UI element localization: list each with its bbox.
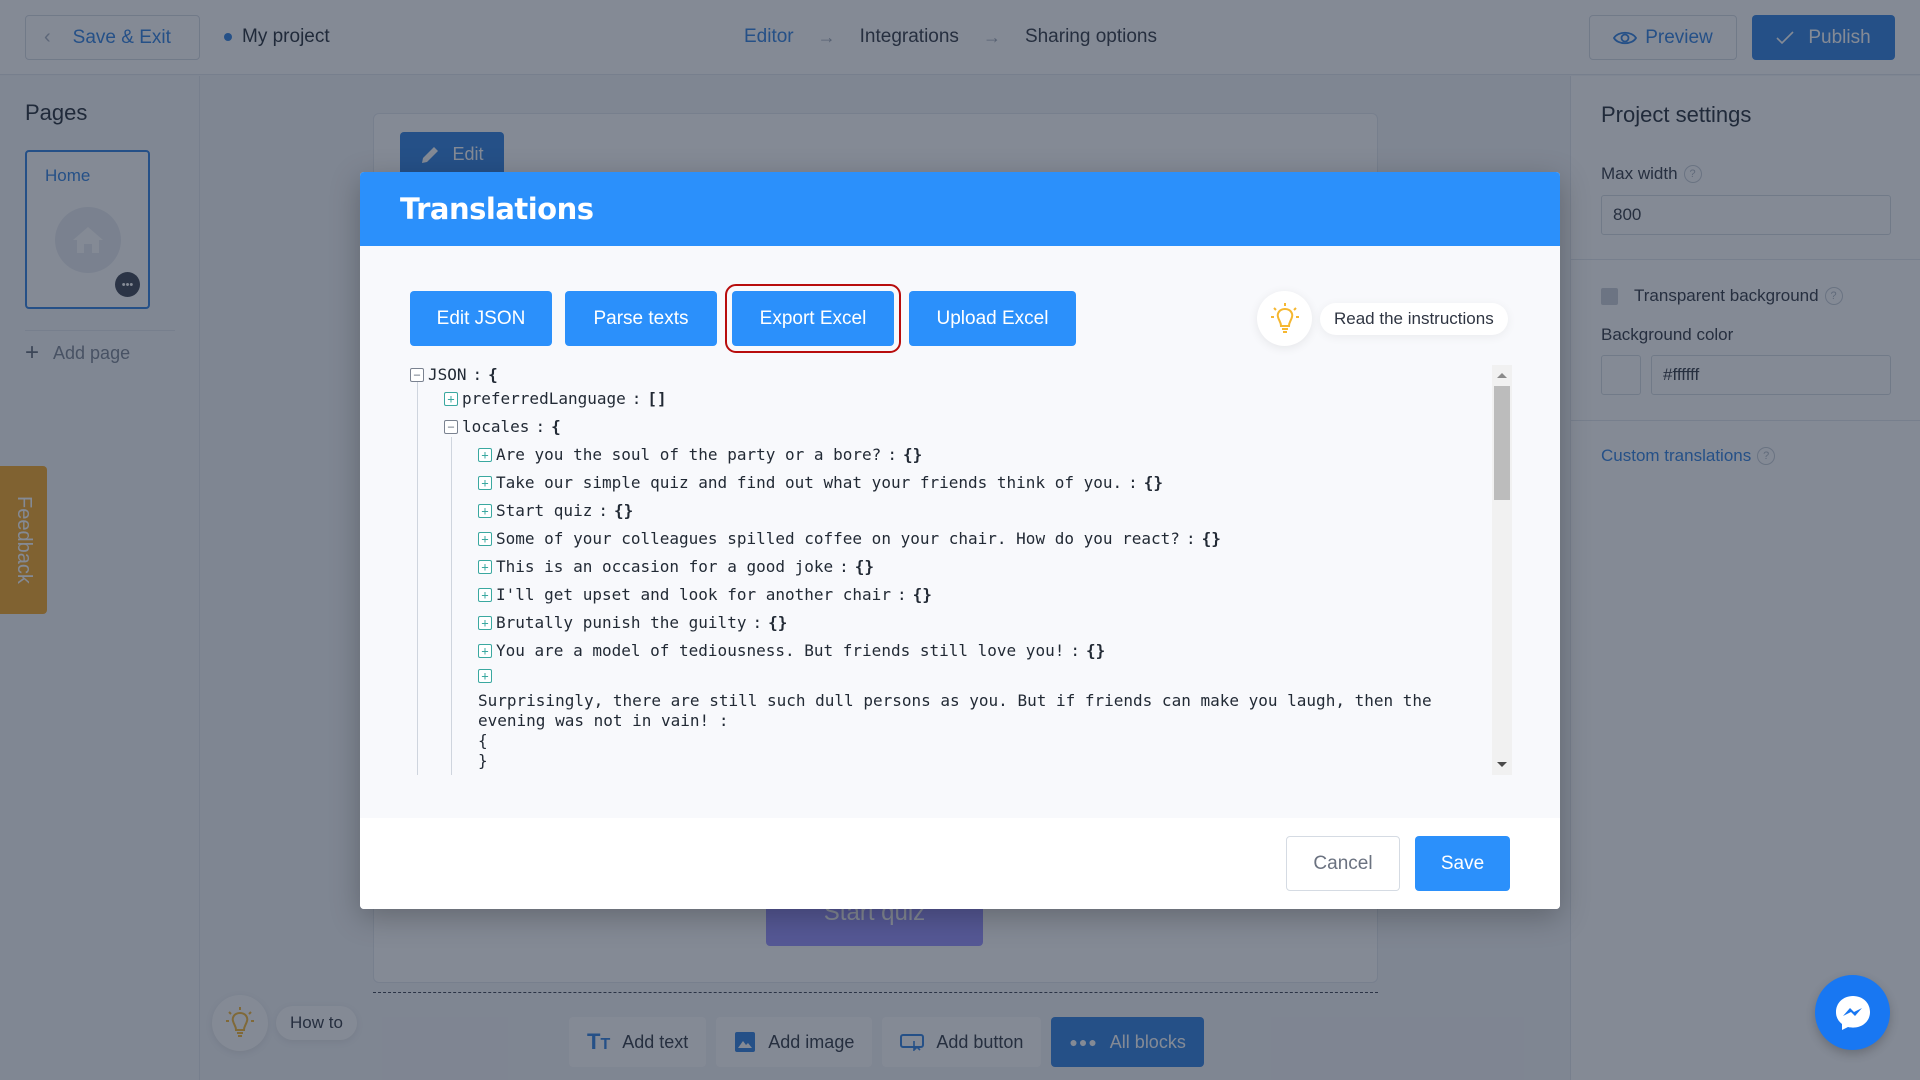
colon: : — [887, 445, 897, 464]
node-key: Some of your colleagues spilled coffee o… — [496, 529, 1180, 548]
colon: : — [631, 389, 642, 408]
tree-guide-line — [451, 437, 452, 775]
json-tree-viewer: − JSON : { + preferredLanguage : [] − lo… — [410, 365, 1490, 775]
node-key: Are you the soul of the party or a bore? — [496, 445, 882, 464]
node-value: {} — [1085, 641, 1106, 660]
expand-icon[interactable]: + — [478, 503, 492, 518]
expand-icon[interactable]: + — [478, 669, 492, 683]
locale-entry: + Are you the soul of the party or a bor… — [478, 445, 922, 464]
node-value: {} — [1201, 529, 1221, 548]
tree-guide-line — [417, 381, 418, 775]
save-button[interactable]: Save — [1415, 836, 1510, 891]
node-value: [] — [647, 389, 667, 408]
node-value-close: } — [478, 751, 488, 770]
expand-icon[interactable]: + — [478, 615, 492, 630]
collapse-icon[interactable]: − — [410, 367, 424, 382]
translations-modal: Translations Edit JSON Parse texts Expor… — [360, 172, 1560, 909]
node-key: JSON — [428, 365, 467, 384]
node-value: {} — [768, 613, 788, 632]
node-key: Take our simple quiz and find out what y… — [496, 473, 1123, 492]
node-value: {} — [1143, 473, 1164, 492]
colon: : — [1128, 473, 1138, 492]
locale-entry: + Brutally punish the guilty : {} — [478, 613, 787, 632]
node-key: preferredLanguage — [462, 389, 626, 408]
export-excel-button[interactable]: Export Excel — [725, 284, 901, 353]
expand-icon[interactable]: + — [478, 531, 492, 546]
messenger-icon — [1835, 995, 1870, 1030]
node-key: You are a model of tediousness. But frie… — [496, 641, 1065, 660]
expand-icon[interactable]: + — [478, 559, 492, 574]
node-key: Start quiz — [496, 501, 593, 520]
json-root-node: − JSON : { — [410, 365, 498, 384]
node-key: I'll get upset and look for another chai… — [496, 585, 891, 604]
node-value: {} — [912, 585, 932, 604]
colon: : — [472, 365, 483, 384]
expand-icon[interactable]: + — [478, 643, 492, 658]
locale-entry: + I'll get upset and look for another ch… — [478, 585, 932, 604]
node-value: { — [488, 365, 498, 384]
node-key: Brutally punish the guilty — [496, 613, 747, 632]
read-instructions-widget[interactable]: Read the instructions — [1257, 291, 1508, 346]
locale-entry: + This is an occasion for a good joke : … — [478, 557, 874, 576]
locale-entry: + You are a model of tediousness. But fr… — [478, 641, 1105, 660]
colon: : — [839, 557, 849, 576]
parse-texts-button[interactable]: Parse texts — [565, 291, 717, 346]
colon: : — [752, 613, 763, 632]
node-key: locales — [462, 417, 530, 436]
expand-icon[interactable]: + — [478, 475, 492, 490]
cancel-button[interactable]: Cancel — [1286, 836, 1400, 891]
colon: : — [718, 711, 729, 730]
colon: : — [896, 585, 907, 604]
messenger-chat-button[interactable] — [1815, 975, 1890, 1050]
scroll-down-arrow-icon[interactable] — [1497, 762, 1507, 767]
collapse-icon[interactable]: − — [444, 419, 458, 434]
expand-icon[interactable]: + — [478, 447, 492, 462]
locale-entry: + Take our simple quiz and find out what… — [478, 473, 1163, 492]
node-value: {} — [854, 557, 875, 576]
node-value: { — [551, 417, 561, 436]
colon: : — [1185, 529, 1196, 548]
scrollbar-thumb[interactable] — [1494, 386, 1510, 500]
modal-footer: Cancel Save — [360, 818, 1560, 909]
node-value-open: { — [478, 731, 488, 750]
edit-json-button[interactable]: Edit JSON — [410, 291, 552, 346]
scroll-up-arrow-icon[interactable] — [1497, 373, 1507, 378]
modal-header: Translations — [360, 172, 1560, 246]
read-instructions-label: Read the instructions — [1320, 302, 1508, 335]
lightbulb-icon — [1257, 291, 1312, 346]
json-node-locales: − locales : { — [444, 417, 561, 436]
colon: : — [535, 417, 546, 436]
locale-entry-wrapped: Surprisingly, there are still such dull … — [478, 691, 1488, 771]
expand-icon[interactable]: + — [444, 391, 458, 406]
upload-excel-button[interactable]: Upload Excel — [909, 291, 1076, 346]
colon: : — [598, 501, 608, 520]
colon: : — [1070, 641, 1080, 660]
node-key: Surprisingly, there are still such dull … — [478, 691, 1432, 730]
modal-action-buttons: Edit JSON Parse texts Export Excel Uploa… — [410, 284, 1076, 353]
node-value: {} — [613, 501, 634, 520]
expand-icon[interactable]: + — [478, 587, 492, 602]
node-key: This is an occasion for a good joke — [496, 557, 834, 576]
modal-title: Translations — [400, 192, 594, 226]
json-node-preferred-language: + preferredLanguage : [] — [444, 389, 667, 408]
node-value: {} — [902, 445, 923, 464]
locale-entry-wrapped-toggle: + — [478, 669, 496, 683]
json-scrollbar[interactable] — [1492, 365, 1512, 775]
locale-entry: + Some of your colleagues spilled coffee… — [478, 529, 1221, 548]
locale-entry: + Start quiz : {} — [478, 501, 633, 520]
